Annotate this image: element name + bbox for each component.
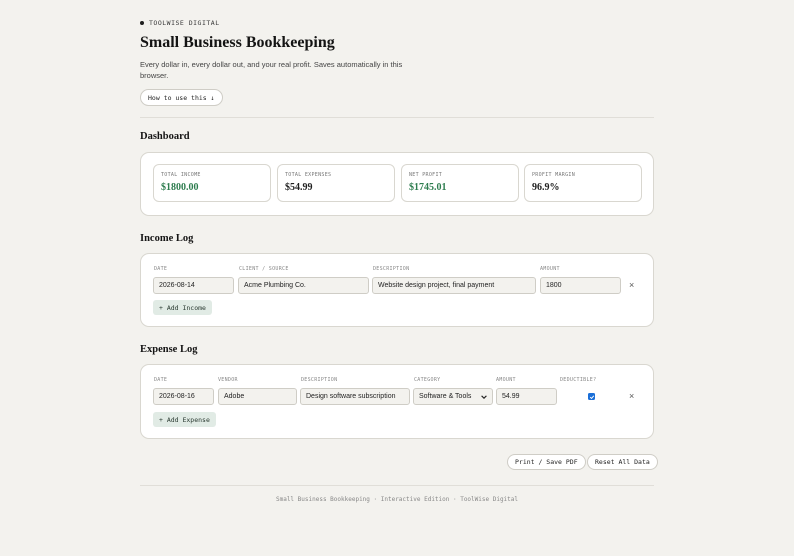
income-amount-field[interactable]: 1800 — [540, 277, 621, 294]
income-col-description: DESCRIPTION — [373, 266, 410, 272]
expense-col-date: DATE — [154, 377, 168, 383]
header-divider — [140, 117, 654, 118]
expense-col-description: DESCRIPTION — [301, 377, 338, 383]
footer-divider — [140, 485, 654, 486]
brand: TOOLWISE DIGITAL — [140, 19, 220, 27]
income-col-date: DATE — [154, 266, 168, 272]
reset-all-data-button[interactable]: Reset All Data — [587, 454, 658, 470]
chevron-down-icon — [481, 395, 487, 399]
checkmark-icon — [589, 394, 594, 399]
stat-profit-margin: PROFIT MARGIN 96.9% — [524, 164, 642, 202]
expense-description-field[interactable]: Design software subscription — [300, 388, 410, 405]
stat-net-profit: NET PROFIT $1745.01 — [401, 164, 519, 202]
stat-total-income: TOTAL INCOME $1800.00 — [153, 164, 271, 202]
page-title: Small Business Bookkeeping — [140, 34, 335, 51]
dashboard-title: Dashboard — [140, 131, 190, 142]
add-income-button[interactable]: + Add Income — [153, 300, 212, 315]
stat-value: $1745.01 — [409, 182, 447, 193]
expense-remove-row-icon[interactable]: × — [629, 392, 634, 401]
stat-label: NET PROFIT — [409, 172, 443, 178]
expense-col-vendor: VENDOR — [218, 377, 238, 383]
income-log-title: Income Log — [140, 233, 194, 244]
brand-name: TOOLWISE DIGITAL — [149, 19, 220, 27]
stat-value: 96.9% — [532, 182, 560, 193]
stat-label: TOTAL INCOME — [161, 172, 201, 178]
income-description-field[interactable]: Website design project, final payment — [372, 277, 536, 294]
how-to-use-button[interactable]: How to use this ↓ — [140, 89, 223, 106]
expense-log-card: DATE VENDOR DESCRIPTION CATEGORY AMOUNT … — [140, 364, 654, 439]
print-save-pdf-button[interactable]: Print / Save PDF — [507, 454, 586, 470]
expense-category-value: Software & Tools — [419, 393, 472, 400]
footer-text: Small Business Bookkeeping · Interactive… — [275, 496, 519, 503]
expense-vendor-field[interactable]: Adobe — [218, 388, 297, 405]
expense-col-deductible: DEDUCTIBLE? — [560, 377, 597, 383]
income-col-amount: AMOUNT — [540, 266, 560, 272]
expense-log-title: Expense Log — [140, 344, 198, 355]
stat-value: $1800.00 — [161, 182, 199, 193]
stat-value: $54.99 — [285, 182, 313, 193]
deductible-checkbox[interactable] — [588, 393, 595, 400]
income-client-field[interactable]: Acme Plumbing Co. — [238, 277, 369, 294]
income-date-field[interactable]: 2026-08-14 — [153, 277, 234, 294]
stat-label: TOTAL EXPENSES — [285, 172, 332, 178]
income-log-card: DATE CLIENT / SOURCE DESCRIPTION AMOUNT … — [140, 253, 654, 327]
stat-label: PROFIT MARGIN — [532, 172, 576, 178]
page-subtitle: Every dollar in, every dollar out, and y… — [140, 60, 403, 80]
expense-category-select[interactable]: Software & Tools — [413, 388, 493, 405]
dashboard-card: TOTAL INCOME $1800.00 TOTAL EXPENSES $54… — [140, 152, 654, 216]
expense-col-category: CATEGORY — [414, 377, 441, 383]
expense-date-field[interactable]: 2026-08-16 — [153, 388, 214, 405]
expense-amount-field[interactable]: 54.99 — [496, 388, 557, 405]
income-remove-row-icon[interactable]: × — [629, 281, 634, 290]
expense-col-amount: AMOUNT — [496, 377, 516, 383]
brand-dot-icon — [140, 21, 144, 25]
add-expense-button[interactable]: + Add Expense — [153, 412, 216, 427]
income-col-client: CLIENT / SOURCE — [239, 266, 289, 272]
stat-total-expenses: TOTAL EXPENSES $54.99 — [277, 164, 395, 202]
